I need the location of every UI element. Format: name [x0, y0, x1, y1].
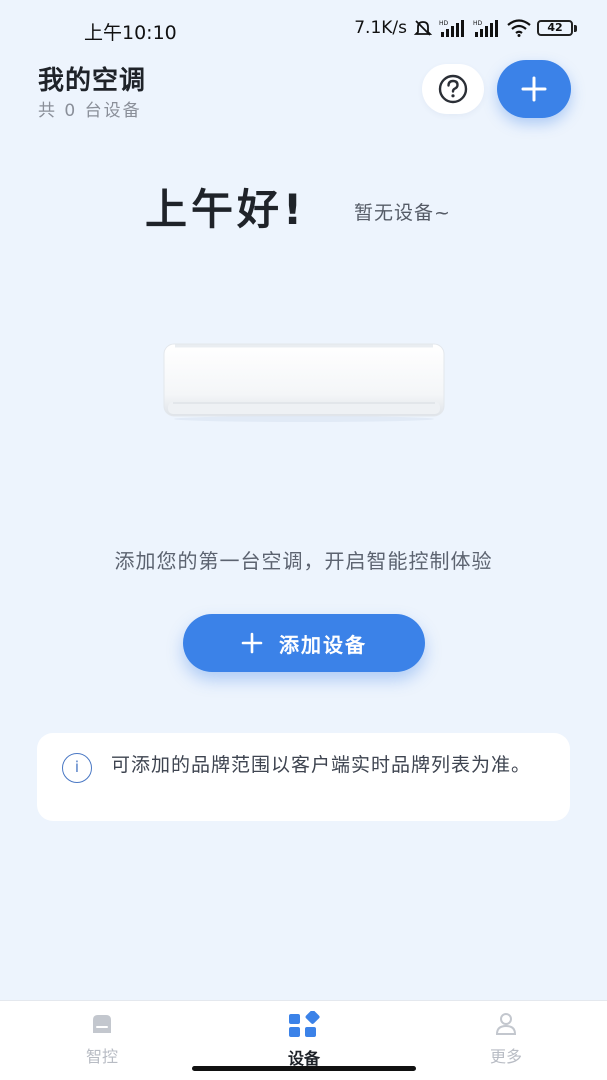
home-indicator[interactable]	[192, 1066, 416, 1071]
mute-bell-icon	[413, 20, 433, 36]
battery-icon: 42	[537, 20, 577, 36]
invite-text: 添加您的第一台空调，开启智能控制体验	[114, 549, 493, 573]
nav-label-more: 更多	[489, 1047, 522, 1066]
nav-label-smart: 智控	[85, 1047, 118, 1066]
add-button[interactable]	[497, 60, 571, 118]
svg-text:HD: HD	[439, 20, 449, 27]
notice-card: i 可添加的品牌范围以客户端实时品牌列表为准。	[37, 733, 570, 821]
add-device-label: 添加设备	[279, 632, 367, 657]
plus-icon	[241, 632, 263, 654]
plus-icon	[521, 76, 547, 102]
person-icon	[495, 1013, 517, 1035]
greeting: 上午好!	[145, 185, 307, 234]
wifi-icon	[507, 19, 531, 37]
add-device-button[interactable]: 添加设备	[183, 614, 425, 672]
nav-item-devices[interactable]: 设备	[254, 1009, 354, 1069]
network-speed: 7.1K/s	[354, 18, 407, 38]
help-button[interactable]	[422, 64, 484, 114]
battery-level: 42	[537, 20, 573, 36]
router-icon	[93, 1015, 111, 1033]
no-device-text: 暂无设备~	[354, 202, 451, 224]
signal-icon: HD	[439, 20, 464, 37]
status-time: 上午10:10	[84, 22, 177, 44]
question-icon	[438, 74, 468, 104]
signal-icon-2: HD	[473, 20, 498, 37]
svg-text:HD: HD	[473, 20, 483, 27]
grid-icon	[289, 1009, 320, 1037]
info-icon: i	[62, 753, 92, 783]
nav-item-smart-control[interactable]: 智控	[52, 1011, 152, 1067]
status-icons: 7.1K/s HD HD 42	[354, 18, 577, 38]
air-conditioner-illustration	[163, 343, 445, 422]
page-title: 我的空调	[38, 66, 147, 96]
notice-text: 可添加的品牌范围以客户端实时品牌列表为准。	[111, 754, 532, 776]
device-count: 共 0 台设备	[38, 101, 142, 121]
status-bar: 上午10:10 7.1K/s HD HD 42	[0, 0, 607, 58]
nav-item-more[interactable]: 更多	[456, 1011, 556, 1067]
